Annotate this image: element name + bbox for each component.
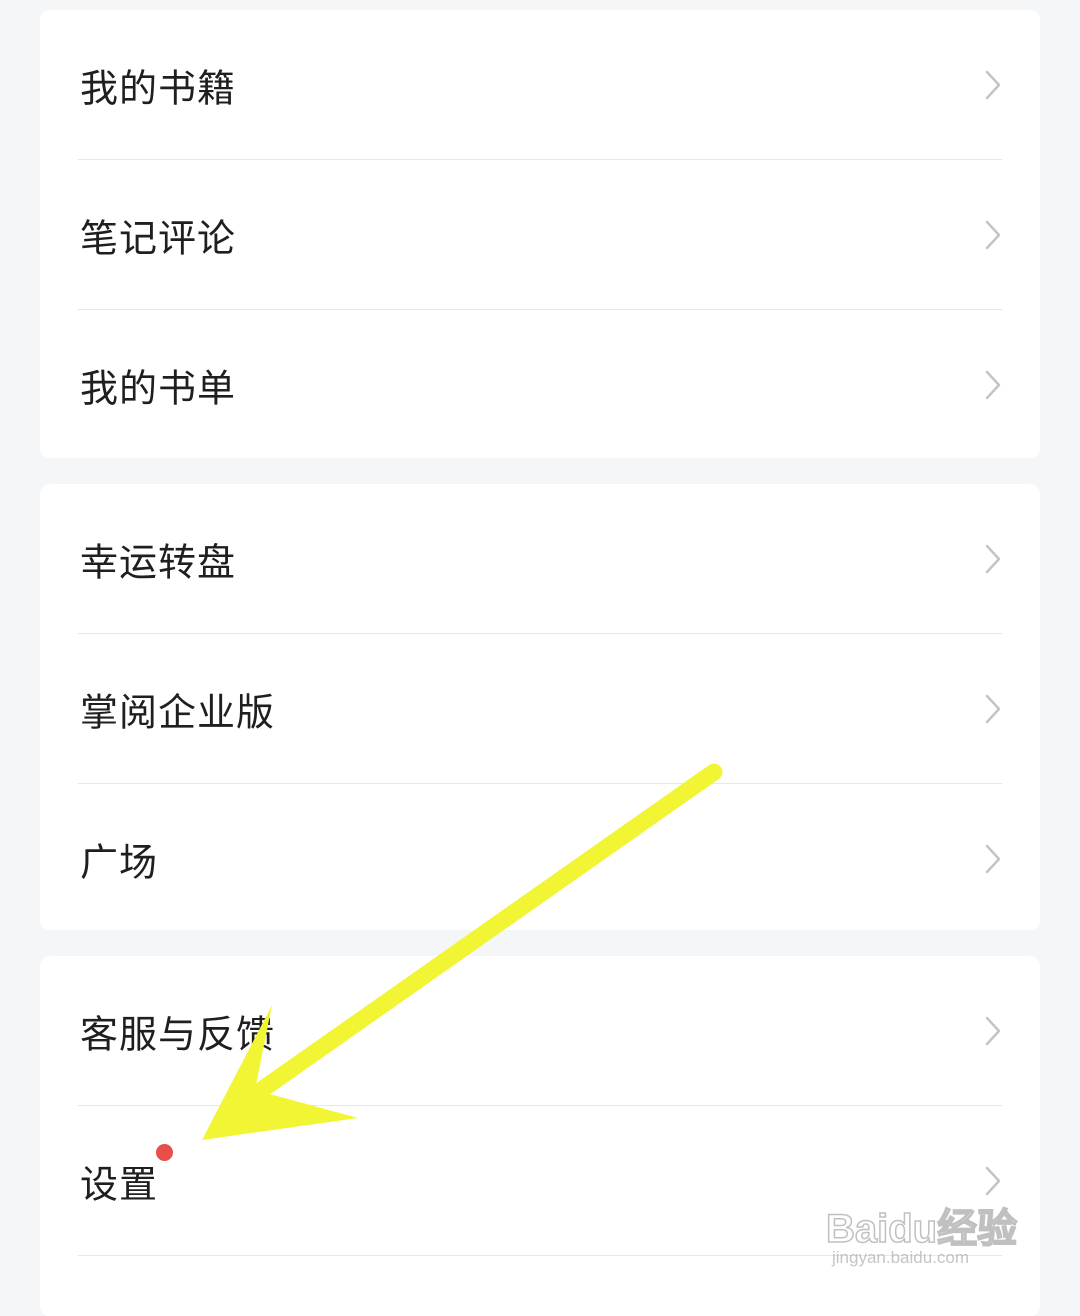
menu-item-service-feedback[interactable]: 客服与反馈 <box>40 956 1040 1106</box>
menu-item-label: 我的书单 <box>80 366 237 411</box>
notification-dot-badge <box>156 1144 173 1161</box>
chevron-right-icon <box>985 844 1001 874</box>
menu-item-label: 我的书籍 <box>80 66 237 111</box>
menu-card-2: 幸运转盘 掌阅企业版 广场 <box>40 484 1040 930</box>
chevron-right-icon <box>985 544 1001 574</box>
menu-item-lucky-wheel[interactable]: 幸运转盘 <box>40 484 1040 634</box>
watermark-url: jingyan.baidu.com <box>832 1248 970 1267</box>
chevron-right-icon <box>985 1016 1001 1046</box>
watermark-brand: Baidu经验 <box>825 1206 1018 1252</box>
chevron-right-icon <box>985 370 1001 400</box>
menu-card-1: 我的书籍 笔记评论 我的书单 <box>40 10 1040 458</box>
chevron-right-icon <box>985 220 1001 250</box>
menu-item-label: 笔记评论 <box>80 216 237 261</box>
chevron-right-icon <box>985 694 1001 724</box>
menu-item-label: 掌阅企业版 <box>80 690 276 735</box>
menu-item-label: 广场 <box>80 840 159 885</box>
menu-item-label: 设置 <box>80 1162 159 1207</box>
menu-item-my-booklists[interactable]: 我的书单 <box>40 310 1040 458</box>
menu-item-enterprise[interactable]: 掌阅企业版 <box>40 634 1040 784</box>
menu-item-label: 客服与反馈 <box>80 1012 276 1057</box>
menu-item-label: 幸运转盘 <box>80 540 237 585</box>
menu-item-notes-comments[interactable]: 笔记评论 <box>40 160 1040 310</box>
baidu-jingyan-watermark: Baidu经验 jingyan.baidu.com <box>825 1186 1026 1276</box>
menu-item-my-books[interactable]: 我的书籍 <box>40 10 1040 160</box>
menu-item-square[interactable]: 广场 <box>40 784 1040 930</box>
chevron-right-icon <box>985 70 1001 100</box>
